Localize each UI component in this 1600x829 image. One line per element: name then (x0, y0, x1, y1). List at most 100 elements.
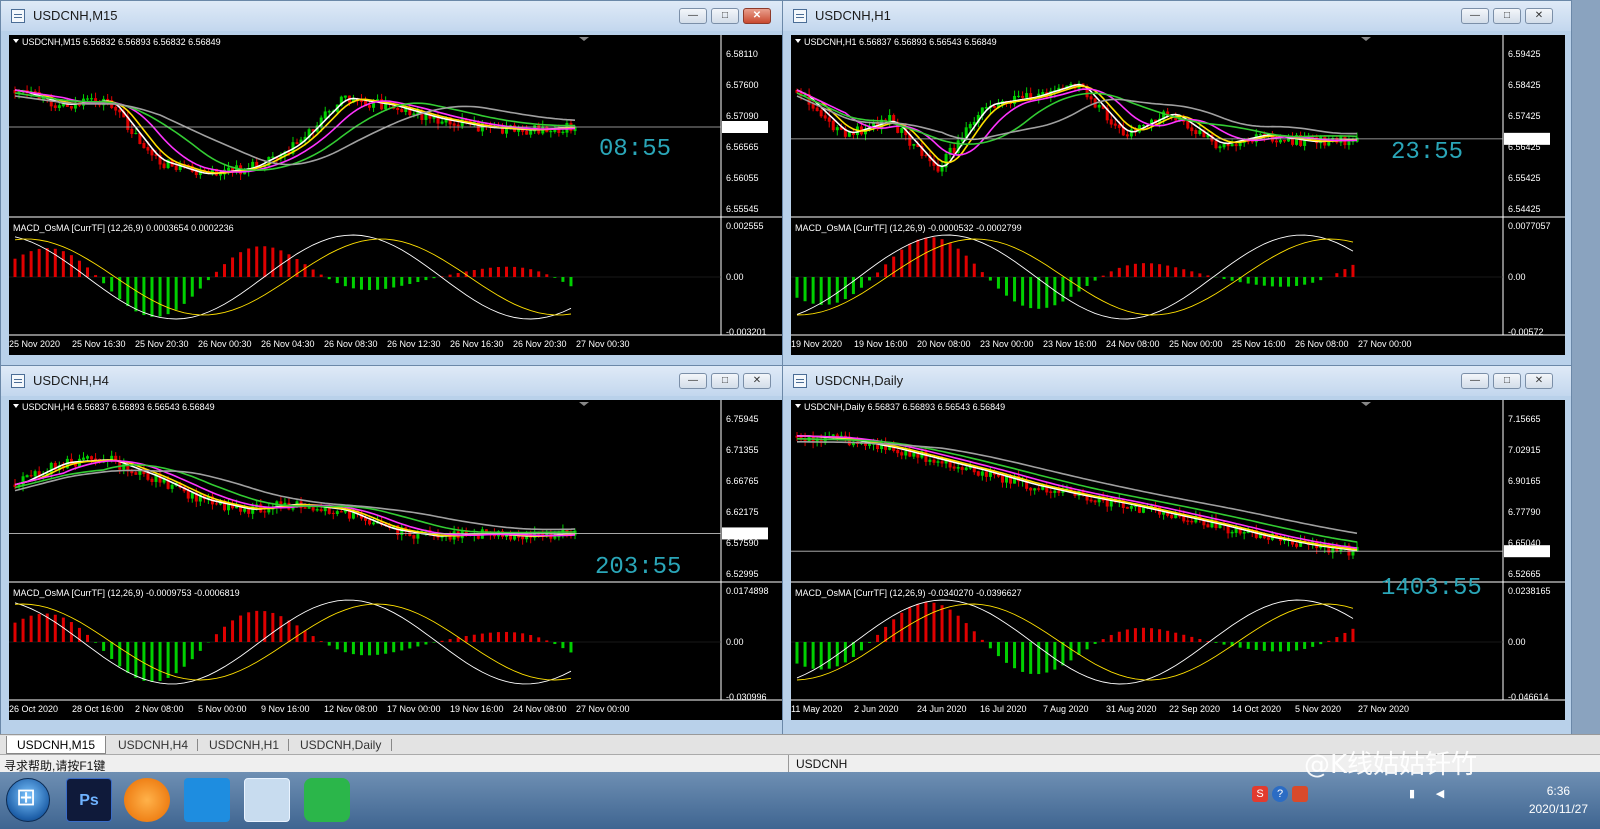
macd-histogram-bar (37, 613, 41, 642)
tab-usdcnh-h1[interactable]: USDCNH,H1 (199, 736, 289, 754)
time-axis-label: 27 Nov 00:30 (576, 339, 630, 349)
minimize-button[interactable]: — (1461, 373, 1489, 389)
macd-histogram-bar (86, 267, 90, 277)
chart-canvas[interactable]: USDCNH,H1 6.56837 6.56893 6.56543 6.5684… (791, 35, 1565, 355)
macd-histogram-bar (21, 254, 25, 277)
macd-histogram-bar (480, 268, 484, 277)
macd-histogram-bar (94, 642, 98, 643)
time-axis-label: 26 Nov 00:30 (198, 339, 252, 349)
close-button[interactable]: ✕ (743, 8, 771, 24)
price-header-text: USDCNH,H1 6.56837 6.56893 6.56543 6.5684… (804, 37, 997, 47)
candle-body (819, 110, 823, 117)
maximize-button[interactable]: □ (711, 373, 739, 389)
tray-sogou-icon[interactable]: S (1252, 786, 1268, 802)
macd-histogram-bar (1077, 642, 1081, 655)
macd-histogram-bar (948, 609, 952, 642)
candle-body (368, 105, 372, 108)
status-separator (788, 755, 789, 773)
macd-histogram-bar (972, 631, 976, 642)
minimize-button[interactable]: — (679, 373, 707, 389)
minimize-button[interactable]: — (1461, 8, 1489, 24)
macd-histogram-bar (996, 277, 1000, 289)
tab-usdcnh-m15[interactable]: USDCNH,M15 (6, 736, 106, 754)
chart-window-daily[interactable]: USDCNH,Daily — □ ✕ USDCNH,Daily 6.56837 … (782, 365, 1572, 735)
macd-histogram-bar (795, 642, 799, 664)
macd-axis-label: 0.0238165 (1508, 586, 1551, 596)
candle-body (831, 120, 835, 131)
close-button[interactable]: ✕ (1525, 8, 1553, 24)
macd-histogram-bar (61, 617, 65, 642)
macd-histogram-bar (569, 642, 573, 653)
tray-help-icon[interactable]: ? (1272, 786, 1288, 802)
macd-histogram-bar (868, 277, 872, 281)
chart-svg[interactable]: USDCNH,Daily 6.56837 6.56893 6.56543 6.5… (791, 400, 1565, 720)
macd-histogram-bar (1004, 642, 1008, 663)
candle-body (932, 459, 936, 463)
macd-histogram-bar (521, 267, 525, 277)
candle-body (1089, 96, 1093, 100)
app-blue-icon[interactable] (184, 778, 230, 822)
chart-window-h4[interactable]: USDCNH,H4 — □ ✕ USDCNH,H4 6.56837 6.5689… (0, 365, 790, 735)
macd-histogram-bar (126, 277, 130, 306)
candle-body (1347, 141, 1351, 146)
macd-histogram-bar (29, 615, 33, 642)
chart-svg[interactable]: USDCNH,H1 6.56837 6.56893 6.56543 6.5684… (791, 35, 1565, 355)
app-orange-icon[interactable] (124, 778, 170, 822)
close-button[interactable]: ✕ (743, 373, 771, 389)
maximize-button[interactable]: □ (1493, 373, 1521, 389)
macd-histogram-bar (1278, 642, 1282, 652)
start-orb-icon[interactable] (6, 778, 50, 822)
macd-histogram-bar (811, 277, 815, 304)
macd-histogram-bar (924, 602, 928, 642)
tab-usdcnh-daily[interactable]: USDCNH,Daily (290, 736, 391, 754)
chart-window-h1[interactable]: USDCNH,H1 — □ ✕ USDCNH,H1 6.56837 6.5689… (782, 0, 1572, 370)
maximize-button[interactable]: □ (711, 8, 739, 24)
macd-histogram-bar (892, 619, 896, 642)
candle-body (1105, 499, 1109, 507)
macd-histogram-bar (803, 642, 807, 667)
window-titlebar[interactable]: USDCNH,H1 — □ ✕ (783, 1, 1571, 31)
chart-canvas[interactable]: USDCNH,Daily 6.56837 6.56893 6.56543 6.5… (791, 400, 1565, 720)
macd-histogram-bar (505, 266, 509, 277)
price-axis-label: 6.56055 (726, 173, 759, 183)
macd-histogram-bar (1222, 277, 1226, 280)
maximize-button[interactable]: □ (1493, 8, 1521, 24)
candle-body (984, 107, 988, 109)
photoshop-icon[interactable]: Ps (66, 778, 112, 822)
metatrader-icon[interactable] (244, 778, 290, 822)
tray-network-icon[interactable]: ▮ (1404, 786, 1420, 802)
chart-window-m15[interactable]: USDCNH,M15 — □ ✕ USDCNH,M15 6.56832 6.56… (0, 0, 790, 370)
candle-body (1141, 507, 1145, 513)
chart-canvas[interactable]: USDCNH,H4 6.56837 6.56893 6.56543 6.5684… (9, 400, 783, 720)
tray-volume-icon[interactable]: ◀ (1432, 786, 1448, 802)
candle-body (372, 522, 376, 525)
candle-timer: 08:55 (599, 136, 671, 163)
price-axis-label: 6.71355 (726, 445, 759, 455)
macd-histogram-bar (956, 248, 960, 277)
macd-histogram-bar (924, 237, 928, 277)
candle-body (327, 111, 331, 113)
candle-body (835, 127, 839, 131)
chart-svg[interactable]: USDCNH,M15 6.56832 6.56893 6.56832 6.568… (9, 35, 783, 355)
macd-histogram-bar (537, 637, 541, 642)
window-titlebar[interactable]: USDCNH,M15 — □ ✕ (1, 1, 789, 31)
macd-histogram-bar (1230, 277, 1234, 281)
chart-svg[interactable]: USDCNH,H4 6.56837 6.56893 6.56543 6.5684… (9, 400, 783, 720)
clock-time: 6:36 (1546, 784, 1571, 798)
wechat-icon[interactable] (304, 778, 350, 822)
window-titlebar[interactable]: USDCNH,H4 — □ ✕ (1, 366, 789, 396)
macd-histogram-bar (295, 625, 299, 642)
price-axis-label: 7.15665 (1508, 414, 1541, 424)
candle-body (174, 165, 178, 170)
window-titlebar[interactable]: USDCNH,Daily — □ ✕ (783, 366, 1571, 396)
tray-app-icon[interactable] (1292, 786, 1308, 802)
minimize-button[interactable]: — (679, 8, 707, 24)
candle-body (1037, 488, 1041, 490)
candle-body (368, 519, 372, 525)
system-clock[interactable]: 6:36 2020/11/27 (1529, 782, 1588, 818)
chart-canvas[interactable]: USDCNH,M15 6.56832 6.56893 6.56832 6.568… (9, 35, 783, 355)
tab-usdcnh-h4[interactable]: USDCNH,H4 (108, 736, 198, 754)
close-button[interactable]: ✕ (1525, 373, 1553, 389)
candle-timer: 203:55 (595, 554, 681, 581)
candle-body (86, 456, 90, 459)
